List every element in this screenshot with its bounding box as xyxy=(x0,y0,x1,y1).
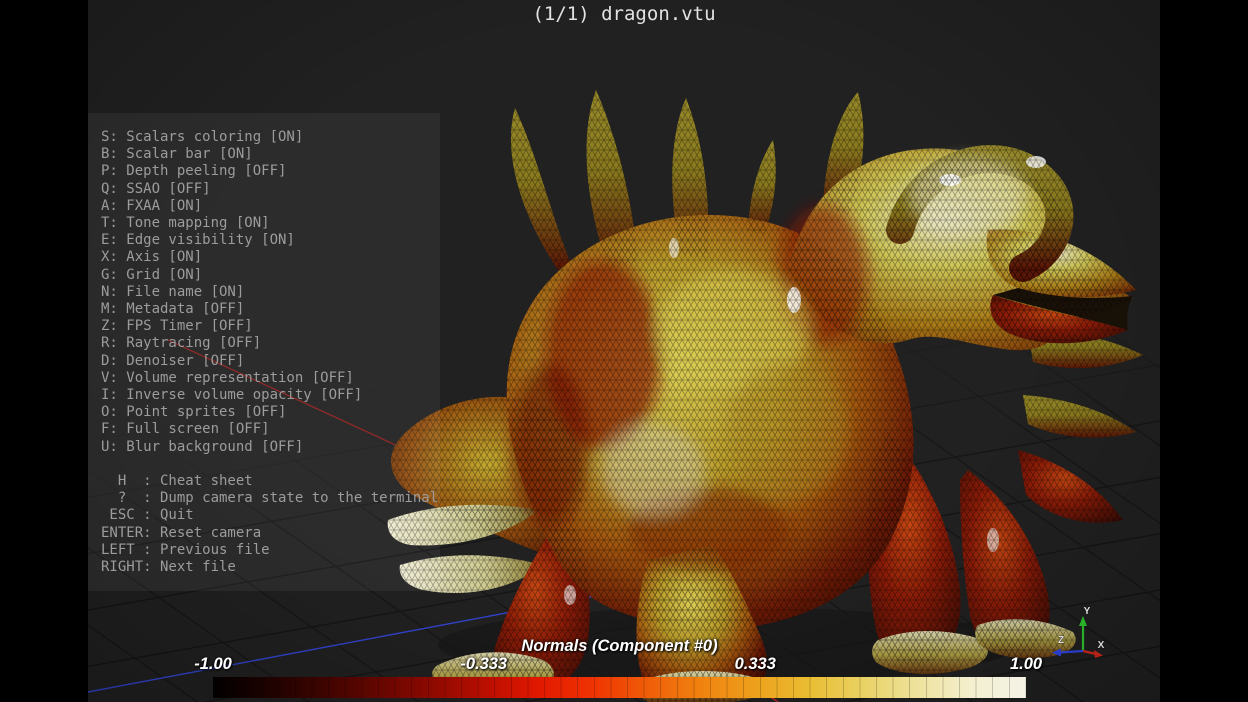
cheat-sheet-toggle-p: P: Depth peeling [OFF] xyxy=(101,163,440,180)
cheat-sheet-toggle-q: Q: SSAO [OFF] xyxy=(101,181,440,198)
gizmo-x-arrowhead xyxy=(1094,650,1103,658)
cheat-sheet-action-left: LEFT : Previous file xyxy=(101,542,440,559)
gizmo-z-axis xyxy=(1060,651,1083,653)
wireframe-mesh-overlay xyxy=(388,90,1143,702)
letterbox-left xyxy=(0,0,88,702)
gizmo-y-arrowhead xyxy=(1079,616,1087,626)
scalar-bar-tick-labels: -1.00-0.3330.3331.00 xyxy=(213,655,1026,675)
dragon-model[interactable] xyxy=(388,90,1143,702)
file-name-title: (1/1) dragon.vtu xyxy=(88,3,1160,25)
application-window: Y X Z (1/1) dragon.vtu S: Scalars colori… xyxy=(0,0,1248,702)
cheat-sheet-action-enter: ENTER: Reset camera xyxy=(101,525,440,542)
cheat-sheet-toggle-list: S: Scalars coloring [ON]B: Scalar bar [O… xyxy=(101,129,440,456)
cheat-sheet-toggle-x: X: Axis [ON] xyxy=(101,249,440,266)
cheat-sheet-toggle-v: V: Volume representation [OFF] xyxy=(101,370,440,387)
cheat-sheet-overlay: S: Scalars coloring [ON]B: Scalar bar [O… xyxy=(88,113,440,591)
cheat-sheet-toggle-g: G: Grid [ON] xyxy=(101,267,440,284)
scalar-bar-tick--1.00: -1.00 xyxy=(194,655,232,674)
gizmo-x-label: X xyxy=(1098,640,1105,651)
cheat-sheet-toggle-f: F: Full screen [OFF] xyxy=(101,421,440,438)
cheat-sheet-toggle-z: Z: FPS Timer [OFF] xyxy=(101,318,440,335)
scalar-bar-tick-0.333: 0.333 xyxy=(735,655,776,674)
gizmo-z-label: Z xyxy=(1058,635,1064,646)
scalar-bar-gradient xyxy=(213,677,1026,698)
cheat-sheet-action-?: ? : Dump camera state to the terminal xyxy=(101,490,440,507)
letterbox-right xyxy=(1160,0,1248,702)
cheat-sheet-gap xyxy=(101,456,440,473)
cheat-sheet-toggle-o: O: Point sprites [OFF] xyxy=(101,404,440,421)
cheat-sheet-action-h: H : Cheat sheet xyxy=(101,473,440,490)
cheat-sheet-toggle-b: B: Scalar bar [ON] xyxy=(101,146,440,163)
gizmo-y-label: Y xyxy=(1084,606,1091,617)
cheat-sheet-toggle-i: I: Inverse volume opacity [OFF] xyxy=(101,387,440,404)
cheat-sheet-action-esc: ESC : Quit xyxy=(101,507,440,524)
scalar-bar-tick-1.00: 1.00 xyxy=(1010,655,1042,674)
render-viewport[interactable]: Y X Z (1/1) dragon.vtu S: Scalars colori… xyxy=(88,0,1160,702)
cheat-sheet-toggle-n: N: File name [ON] xyxy=(101,284,440,301)
cheat-sheet-toggle-t: T: Tone mapping [ON] xyxy=(101,215,440,232)
cheat-sheet-action-list: H : Cheat sheet ? : Dump camera state to… xyxy=(101,473,440,576)
scalar-bar-widget: Normals (Component #0) -1.00-0.3330.3331… xyxy=(213,637,1026,701)
cheat-sheet-toggle-d: D: Denoiser [OFF] xyxy=(101,353,440,370)
cheat-sheet-toggle-m: M: Metadata [OFF] xyxy=(101,301,440,318)
cheat-sheet-toggle-a: A: FXAA [ON] xyxy=(101,198,440,215)
cheat-sheet-toggle-s: S: Scalars coloring [ON] xyxy=(101,129,440,146)
gizmo-x-axis xyxy=(1083,651,1096,654)
scalar-bar-tick--0.333: -0.333 xyxy=(460,655,507,674)
cheat-sheet-toggle-u: U: Blur background [OFF] xyxy=(101,439,440,456)
cheat-sheet-action-right: RIGHT: Next file xyxy=(101,559,440,576)
cheat-sheet-toggle-r: R: Raytracing [OFF] xyxy=(101,335,440,352)
cheat-sheet-toggle-e: E: Edge visibility [ON] xyxy=(101,232,440,249)
scalar-bar-title: Normals (Component #0) xyxy=(213,637,1026,656)
